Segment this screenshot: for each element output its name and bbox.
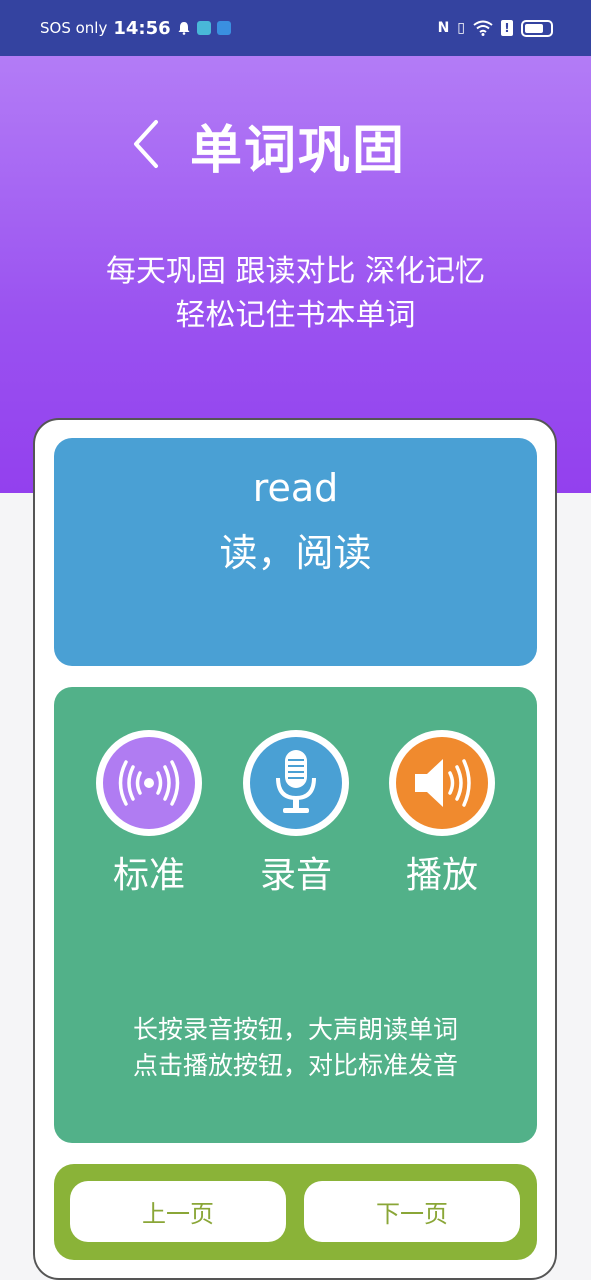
- subtitle-line2: 轻松记住书本单词: [175, 298, 416, 333]
- record-button[interactable]: [243, 730, 349, 836]
- hint-line1: 长按录音按钮，大声朗读单词: [132, 1015, 458, 1044]
- standard-pronunciation-button[interactable]: [96, 730, 202, 836]
- play-label: 播放: [405, 855, 478, 896]
- prev-page-button[interactable]: 上一页: [70, 1181, 286, 1242]
- bell-icon: [178, 22, 190, 35]
- standard-label: 标准: [112, 855, 185, 896]
- play-button-face: [396, 737, 488, 829]
- nfc-icon: N: [437, 20, 450, 36]
- record-button-face: [250, 737, 342, 829]
- next-page-button[interactable]: 下一页: [304, 1181, 520, 1242]
- clock-text: 14:56: [113, 17, 171, 39]
- alert-icon: !: [501, 20, 513, 36]
- hint-line2: 点击播放按钮，对比标准发音: [132, 1051, 458, 1080]
- vibrate-icon: ▯: [457, 20, 465, 36]
- status-left: SOS only 14:56: [40, 18, 231, 39]
- carrier-text: SOS only: [40, 19, 108, 37]
- standard-button-face: [103, 737, 195, 829]
- play-button[interactable]: [389, 730, 495, 836]
- page-title: 单词巩固: [190, 121, 407, 181]
- battery-icon: [521, 19, 553, 37]
- broadcast-icon: [118, 760, 180, 806]
- microphone-icon: [276, 750, 316, 813]
- wifi-icon: [473, 20, 493, 36]
- speaker-icon: [415, 759, 471, 807]
- app-notification-icon: [196, 21, 211, 35]
- word-text: read: [252, 466, 339, 510]
- shield-icon: [216, 21, 231, 35]
- status-bar: SOS only 14:56 N ▯ !: [0, 0, 591, 56]
- back-chevron-icon[interactable]: [128, 118, 164, 170]
- record-label: 录音: [259, 855, 332, 896]
- status-right: N ▯ !: [437, 19, 553, 37]
- subtitle-line1: 每天巩固 跟读对比 深化记忆: [105, 254, 486, 289]
- word-meaning: 读，阅读: [219, 531, 372, 575]
